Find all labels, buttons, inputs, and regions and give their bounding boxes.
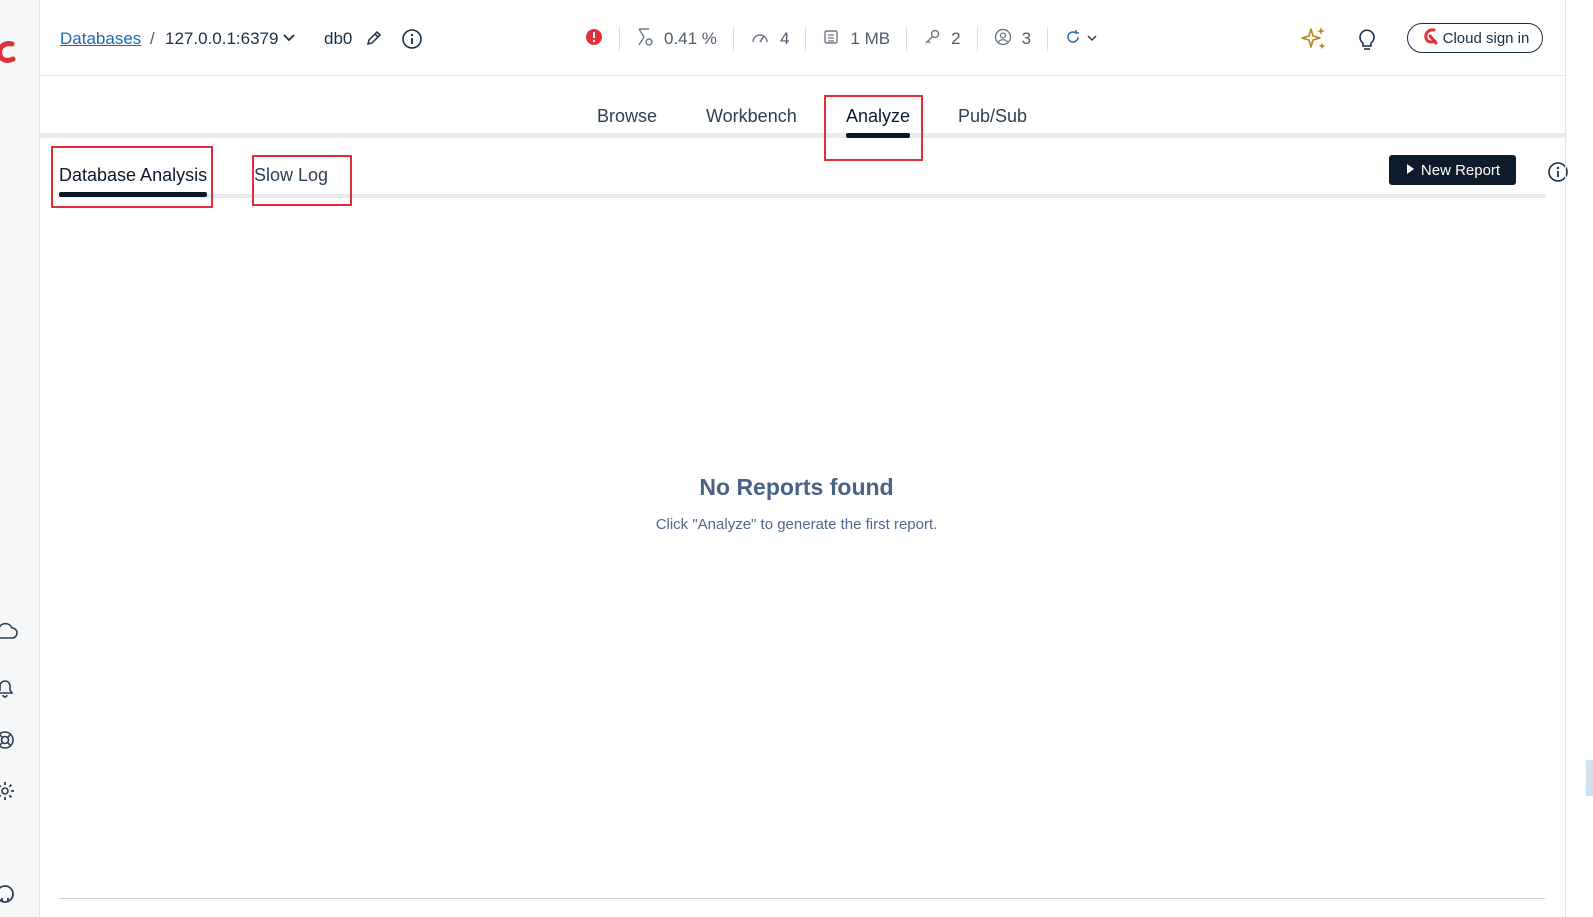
cpu-value: 0.41 %: [664, 29, 717, 48]
cloud-sign-in-button[interactable]: Cloud sign in: [1407, 23, 1543, 53]
active-tab-indicator: [846, 133, 911, 138]
gear-icon[interactable]: [0, 779, 18, 808]
cloud-sign-in-label: Cloud sign in: [1442, 29, 1530, 47]
key-icon: [923, 28, 941, 51]
tab-pubsub[interactable]: Pub/Sub: [958, 106, 1027, 127]
cloud-icon[interactable]: [0, 620, 18, 647]
tab-workbench-label: Workbench: [706, 106, 797, 126]
subtab-database-analysis[interactable]: Database Analysis: [59, 165, 208, 197]
database-address: 127.0.0.1:6379: [165, 29, 279, 48]
scrollbar-thumb[interactable]: [1586, 760, 1593, 796]
clients-icon: [994, 28, 1012, 51]
stat-ops: 4: [734, 27, 807, 51]
database-index: db0: [324, 29, 353, 48]
main-tabs: Browse Workbench Analyze Pub/Sub: [40, 76, 1565, 138]
subtab-slow-log-label: Slow Log: [254, 165, 329, 185]
breadcrumb-databases-link[interactable]: Databases: [60, 29, 141, 49]
memory-icon: [822, 28, 840, 51]
tab-pubsub-label: Pub/Sub: [958, 106, 1028, 126]
chevron-down-icon: [282, 29, 296, 49]
tab-browse-label: Browse: [597, 106, 658, 126]
analysis-sub-tabs: Database Analysis Slow Log: [58, 148, 1546, 198]
active-subtab-indicator: [59, 192, 208, 197]
database-stats: 0.41 % 4 1 MB 2 3: [585, 24, 1114, 54]
github-icon[interactable]: [0, 882, 18, 911]
new-report-button[interactable]: New Report: [1389, 155, 1516, 185]
play-icon: [1405, 162, 1415, 179]
divider: [59, 898, 1545, 899]
memory-value: 1 MB: [850, 29, 891, 48]
pencil-icon[interactable]: [365, 29, 383, 47]
tab-analyze[interactable]: Analyze: [846, 106, 911, 138]
chevron-down-icon: [1086, 29, 1098, 49]
sparkle-icon[interactable]: [1299, 24, 1329, 54]
stat-cpu: 0.41 %: [620, 27, 734, 51]
top-header: Databases / 127.0.0.1:6379 db0 0.41 % 4 …: [40, 0, 1565, 76]
lifebuoy-icon[interactable]: [0, 728, 18, 757]
subtab-slow-log[interactable]: Slow Log: [254, 165, 328, 186]
empty-state-title: No Reports found: [699, 474, 894, 500]
connection-alert[interactable]: [585, 27, 620, 51]
new-report-label: New Report: [1420, 161, 1501, 179]
ops-value: 4: [779, 29, 790, 48]
alert-icon: [585, 28, 603, 51]
tab-workbench[interactable]: Workbench: [706, 106, 797, 127]
tab-analyze-label: Analyze: [846, 106, 911, 126]
scrollbar-track: [1565, 0, 1566, 917]
redis-cloud-icon: [1421, 27, 1439, 49]
subtab-database-analysis-label: Database Analysis: [59, 165, 208, 185]
cpu-icon: [636, 27, 654, 52]
lightbulb-icon[interactable]: [1356, 26, 1378, 52]
clients-value: 3: [1021, 29, 1032, 48]
refresh-icon: [1064, 28, 1082, 51]
empty-state-subtitle: Click "Analyze" to generate the first re…: [655, 516, 938, 533]
stat-keys: 2: [907, 27, 978, 51]
database-selector[interactable]: 127.0.0.1:6379: [165, 29, 296, 49]
tab-browse[interactable]: Browse: [597, 106, 657, 127]
bell-icon[interactable]: [0, 676, 18, 705]
stat-memory: 1 MB: [806, 27, 908, 51]
auto-refresh-control[interactable]: [1048, 27, 1114, 51]
keys-value: 2: [951, 29, 961, 48]
stat-clients: 3: [978, 27, 1049, 51]
left-sidebar: [0, 0, 40, 917]
breadcrumb-separator: /: [150, 29, 155, 48]
redis-logo-icon[interactable]: [0, 38, 18, 71]
info-icon[interactable]: [401, 28, 423, 50]
ops-gauge-icon: [750, 29, 770, 50]
